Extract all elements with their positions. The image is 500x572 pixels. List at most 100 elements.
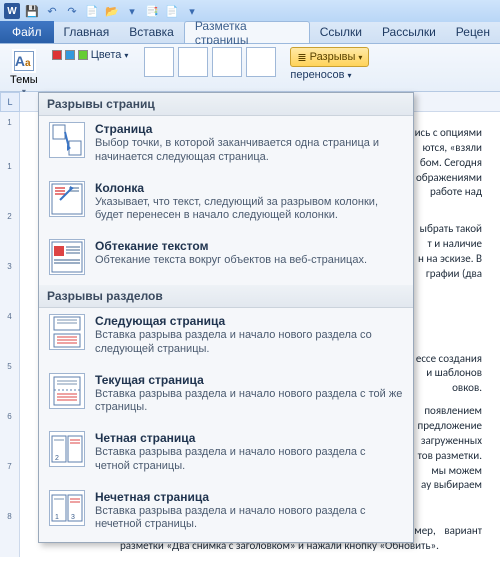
hyphenation-label: переносов	[290, 69, 344, 81]
break-odd-page-item[interactable]: 13 Нечетная страница Вставка разрыва раз…	[39, 484, 413, 543]
ruler-tick: 4	[0, 312, 19, 321]
doc-text: работе над	[430, 185, 482, 198]
breaks-button[interactable]: ≣ Разрывы ▾	[290, 47, 369, 67]
word-app-icon: W	[4, 3, 20, 19]
item-desc: Выбор точки, в которой заканчивается одн…	[95, 137, 403, 165]
doc-text: ются, «взяли	[423, 141, 482, 154]
column-break-icon	[49, 181, 85, 217]
doc-text: графии (два	[426, 267, 482, 280]
ruler-tick: 3	[0, 262, 19, 271]
item-title: Текущая страница	[95, 373, 403, 387]
even-page-break-icon: 2	[49, 431, 85, 467]
break-column-item[interactable]: Колонка Указывает, что текст, следующий …	[39, 175, 413, 234]
item-title: Обтекание текстом	[95, 239, 403, 253]
item-desc: Вставка разрыва раздела и начало нового …	[95, 329, 403, 357]
break-continuous-item[interactable]: Текущая страница Вставка разрыва раздела…	[39, 367, 413, 426]
doc-text: бом. Сегодня	[420, 156, 482, 169]
qat-extra-icon[interactable]: 📑	[144, 3, 160, 19]
break-page-item[interactable]: Страница Выбор точки, в которой заканчив…	[39, 116, 413, 175]
save-icon[interactable]: 💾	[24, 3, 40, 19]
chevron-down-icon: ▾	[347, 71, 351, 80]
item-desc: Вставка разрыва раздела и начало нового …	[95, 388, 403, 416]
ruler-tick: 1	[0, 162, 19, 171]
ruler-corner[interactable]: L	[0, 92, 20, 112]
vertical-ruler[interactable]: 1 1 2 3 4 5 6 7 8	[0, 112, 20, 557]
break-even-page-item[interactable]: 2 Четная страница Вставка разрыва раздел…	[39, 425, 413, 484]
doc-text: ыбрать такой	[420, 222, 482, 235]
ribbon: Aa Темы ▾ Цвета ▾ ≣ Разрывы ▾ переносов …	[0, 44, 500, 92]
continuous-break-icon	[49, 373, 85, 409]
doc-text: тов разметки.	[418, 449, 482, 462]
break-next-page-item[interactable]: Следующая страница Вставка разрыва разде…	[39, 308, 413, 367]
item-title: Следующая страница	[95, 314, 403, 328]
tab-file[interactable]: Файл	[0, 21, 54, 43]
orientation-button[interactable]	[178, 47, 208, 77]
ruler-tick: 5	[0, 362, 19, 371]
breaks-label: Разрывы	[310, 51, 356, 63]
doc-text: мы можем	[431, 464, 482, 477]
dropdown-section-page-breaks: Разрывы страниц	[39, 93, 413, 116]
page-break-icon	[49, 122, 85, 158]
undo-icon[interactable]: ↶	[44, 3, 60, 19]
qat-icon[interactable]: 📄	[84, 3, 100, 19]
doc-text: ись с опциями	[415, 126, 482, 139]
doc-text: и шаблонов	[426, 366, 482, 379]
columns-button[interactable]	[246, 47, 276, 77]
svg-text:2: 2	[55, 455, 59, 462]
doc-text: загруженных	[421, 434, 482, 447]
item-title: Страница	[95, 122, 403, 136]
tab-mailings[interactable]: Рассылки	[372, 21, 446, 43]
chevron-down-icon: ▾	[358, 53, 362, 62]
themes-group: Цвета ▾	[52, 49, 129, 61]
theme-colors-button[interactable]: Цвета ▾	[52, 49, 129, 61]
item-desc: Вставка разрыва раздела и начало нового …	[95, 446, 403, 474]
doc-text: н на эскизе. В	[418, 252, 482, 265]
size-button[interactable]	[212, 47, 242, 77]
qat-extra2-icon[interactable]: 📄	[164, 3, 180, 19]
ruler-tick: 8	[0, 512, 19, 521]
doc-text: ображениями	[416, 171, 482, 184]
redo-icon[interactable]: ↷	[64, 3, 80, 19]
item-title: Нечетная страница	[95, 490, 403, 504]
chevron-down-icon: ▾	[124, 51, 128, 60]
breaks-icon: ≣	[297, 51, 306, 64]
ruler-tick: 7	[0, 462, 19, 471]
next-page-break-icon	[49, 314, 85, 350]
ruler-tick: 6	[0, 412, 19, 421]
themes-label: Темы	[10, 74, 38, 86]
tab-page-layout[interactable]: Разметка страницы	[184, 21, 310, 43]
item-desc: Указывает, что текст, следующий за разры…	[95, 196, 403, 224]
doc-text: ау выбираем	[421, 478, 482, 491]
themes-icon: Aa	[12, 49, 36, 73]
qat-more-icon[interactable]: ▾	[184, 3, 200, 19]
tab-references[interactable]: Ссылки	[310, 21, 372, 43]
ruler-tick: 2	[0, 212, 19, 221]
breaks-dropdown: Разрывы страниц Страница Выбор точки, в …	[38, 92, 414, 543]
ruler-tick: 1	[0, 118, 19, 127]
doc-text: предложение	[417, 419, 482, 432]
item-desc: Обтекание текста вокруг объектов на веб-…	[95, 254, 403, 268]
item-title: Четная страница	[95, 431, 403, 445]
doc-text: ессе создания	[416, 352, 482, 365]
odd-page-break-icon: 13	[49, 490, 85, 526]
ribbon-tabs: Файл Главная Вставка Разметка страницы С…	[0, 22, 500, 44]
themes-button[interactable]: Aa Темы ▾	[6, 47, 42, 98]
item-desc: Вставка разрыва раздела и начало нового …	[95, 505, 403, 533]
doc-text: овков.	[452, 381, 482, 394]
svg-text:3: 3	[71, 514, 75, 521]
tab-review[interactable]: Рецен	[446, 21, 500, 43]
doc-text: т и наличие	[428, 237, 482, 250]
tab-home[interactable]: Главная	[54, 21, 120, 43]
doc-text: появлением	[424, 404, 482, 417]
break-text-wrapping-item[interactable]: Обтекание текстом Обтекание текста вокру…	[39, 233, 413, 285]
item-title: Колонка	[95, 181, 403, 195]
open-folder-icon[interactable]: 📂	[104, 3, 120, 19]
theme-colors-label: Цвета	[91, 49, 122, 61]
tab-insert[interactable]: Вставка	[119, 21, 184, 43]
qat-arrow-icon[interactable]: ▾	[124, 3, 140, 19]
hyphenation-button[interactable]: переносов ▾	[290, 69, 369, 81]
text-wrapping-break-icon	[49, 239, 85, 275]
svg-text:1: 1	[55, 514, 59, 521]
margins-button[interactable]	[144, 47, 174, 77]
dropdown-section-section-breaks: Разрывы разделов	[39, 285, 413, 308]
